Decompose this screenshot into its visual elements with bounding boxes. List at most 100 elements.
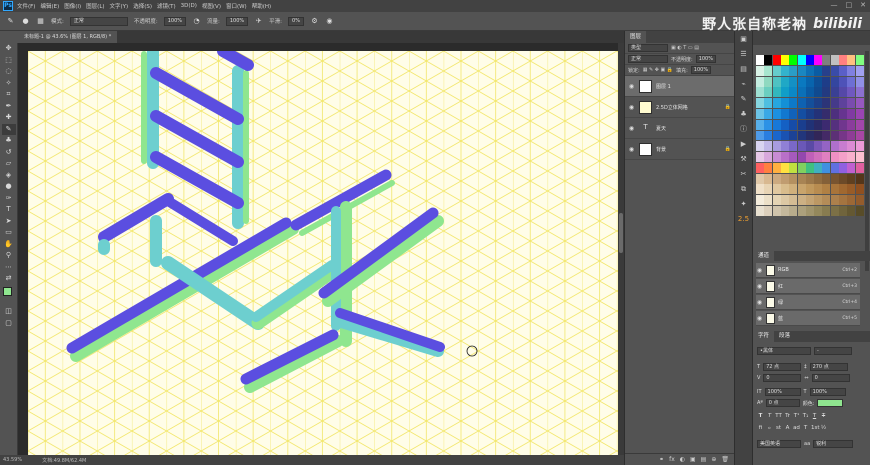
clone-source-icon[interactable]: ♣ <box>737 108 751 121</box>
color-swatch[interactable] <box>756 65 764 76</box>
color-swatch[interactable] <box>839 76 847 87</box>
color-swatch[interactable] <box>822 130 831 141</box>
color-swatch[interactable] <box>839 130 847 141</box>
fraction2-button[interactable]: 1st <box>811 424 820 432</box>
rectangle-tool-icon[interactable]: ▭ <box>2 227 16 238</box>
eye-icon[interactable]: ◉ <box>756 299 763 306</box>
layer-name[interactable]: 图层 1 <box>656 83 731 90</box>
color-swatch[interactable] <box>780 108 789 119</box>
color-swatch[interactable] <box>772 65 781 76</box>
color-swatch[interactable] <box>822 65 831 76</box>
adjustments-icon[interactable]: ☰ <box>737 48 751 61</box>
kerning-input[interactable]: 0 <box>763 374 802 382</box>
info-icon[interactable]: ⓘ <box>737 123 751 136</box>
color-swatch[interactable] <box>814 162 823 173</box>
menu-type[interactable]: 文字(Y) <box>110 2 129 10</box>
color-swatch[interactable] <box>780 76 789 87</box>
swap-colors-icon[interactable]: ⇄ <box>2 273 16 284</box>
antialias-select[interactable]: 锐利 <box>813 440 854 448</box>
color-swatch[interactable] <box>797 184 806 195</box>
dodge-tool-icon[interactable]: ● <box>2 181 16 192</box>
opacity-input[interactable]: 100% <box>163 16 187 26</box>
titling-button[interactable]: A <box>784 424 791 432</box>
color-swatch[interactable] <box>822 162 831 173</box>
channel-row[interactable]: ◉ 红 Ctrl+3 <box>756 279 860 294</box>
font-size-input[interactable]: 72 点 <box>763 363 802 371</box>
color-swatch[interactable] <box>764 152 773 163</box>
scrollbar-thumb[interactable] <box>619 213 623 253</box>
color-swatch[interactable] <box>839 162 847 173</box>
document-info[interactable]: 文档:49.8M/62.4M <box>42 457 86 464</box>
color-swatch[interactable] <box>805 65 814 76</box>
fraction-button[interactable]: T <box>802 424 809 432</box>
color-swatch[interactable] <box>797 119 806 130</box>
eye-icon[interactable]: ◉ <box>628 83 635 90</box>
color-swatch[interactable] <box>814 130 823 141</box>
color-swatch[interactable] <box>789 141 798 152</box>
color-swatch[interactable] <box>756 152 764 163</box>
color-swatch[interactable] <box>839 195 847 206</box>
color-swatch[interactable] <box>855 65 864 76</box>
airbrush-icon[interactable]: ✈ <box>254 17 263 26</box>
color-swatch[interactable] <box>822 98 831 109</box>
move-tool-icon[interactable]: ✥ <box>2 43 16 54</box>
color-swatch[interactable] <box>805 98 814 109</box>
color-swatch[interactable] <box>814 195 823 206</box>
underline-button[interactable]: T <box>811 412 818 420</box>
brushes-icon[interactable]: ✎ <box>737 93 751 106</box>
layer-name[interactable]: 夏天 <box>656 125 731 132</box>
trash-icon[interactable]: 🗑 <box>721 456 729 463</box>
color-swatch[interactable] <box>805 195 814 206</box>
mode-select[interactable]: 正常 <box>69 16 128 26</box>
glyphs-icon[interactable]: ✂ <box>737 168 751 181</box>
type-tool-icon[interactable]: T <box>2 204 16 215</box>
color-swatch[interactable] <box>814 173 823 184</box>
foreground-color[interactable] <box>3 287 12 296</box>
color-swatch[interactable] <box>780 162 789 173</box>
eye-icon[interactable]: ◉ <box>628 146 635 153</box>
color-swatch[interactable] <box>764 195 773 206</box>
gear-icon[interactable]: ⚙ <box>310 17 319 26</box>
color-swatch[interactable] <box>764 76 773 87</box>
color-swatch[interactable] <box>847 130 856 141</box>
color-swatch[interactable] <box>847 206 856 216</box>
healing-brush-tool-icon[interactable]: ✚ <box>2 112 16 123</box>
layer-row[interactable]: ◉ 图层 1 <box>625 76 734 97</box>
magic-wand-tool-icon[interactable]: ✧ <box>2 78 16 89</box>
color-swatch[interactable] <box>780 141 789 152</box>
color-swatch[interactable] <box>847 141 856 152</box>
tab-layers[interactable]: 图层 <box>625 31 647 43</box>
color-swatch[interactable] <box>822 152 831 163</box>
color-swatch[interactable] <box>780 119 789 130</box>
color-swatch[interactable] <box>855 162 864 173</box>
horizontal-scale-input[interactable]: 100% <box>809 388 846 396</box>
color-swatch[interactable] <box>756 87 764 98</box>
color-swatch[interactable] <box>847 98 856 109</box>
color-swatch[interactable] <box>805 162 814 173</box>
color-swatch[interactable] <box>772 108 781 119</box>
kind-filter-select[interactable]: 类型 <box>628 44 668 52</box>
color-swatch[interactable] <box>855 76 864 87</box>
color-swatch[interactable] <box>772 141 781 152</box>
color-swatch[interactable] <box>855 119 864 130</box>
color-swatch[interactable] <box>756 141 764 152</box>
color-swatch[interactable] <box>756 184 764 195</box>
menu-file[interactable]: 文件(F) <box>17 2 35 10</box>
color-swatch[interactable] <box>839 87 847 98</box>
color-swatch[interactable] <box>814 98 823 109</box>
color-swatch[interactable] <box>772 87 781 98</box>
color-swatch[interactable] <box>756 162 764 173</box>
color-swatch[interactable] <box>855 130 864 141</box>
eraser-tool-icon[interactable]: ▱ <box>2 158 16 169</box>
layer-name[interactable]: 2.5D立体网格 <box>656 104 721 111</box>
color-swatch[interactable] <box>830 130 839 141</box>
stylistic-button[interactable]: st <box>775 424 782 432</box>
fill-input[interactable]: 100% <box>690 66 712 74</box>
color-swatch[interactable] <box>756 55 764 65</box>
layer-row[interactable]: ◉ 背景 🔒 <box>625 139 734 160</box>
color-swatch[interactable] <box>764 173 773 184</box>
link-layers-icon[interactable]: ⚭ <box>659 456 664 463</box>
menu-image[interactable]: 图像(I) <box>64 2 81 10</box>
color-swatch[interactable] <box>780 206 789 216</box>
path-selection-tool-icon[interactable]: ➤ <box>2 216 16 227</box>
